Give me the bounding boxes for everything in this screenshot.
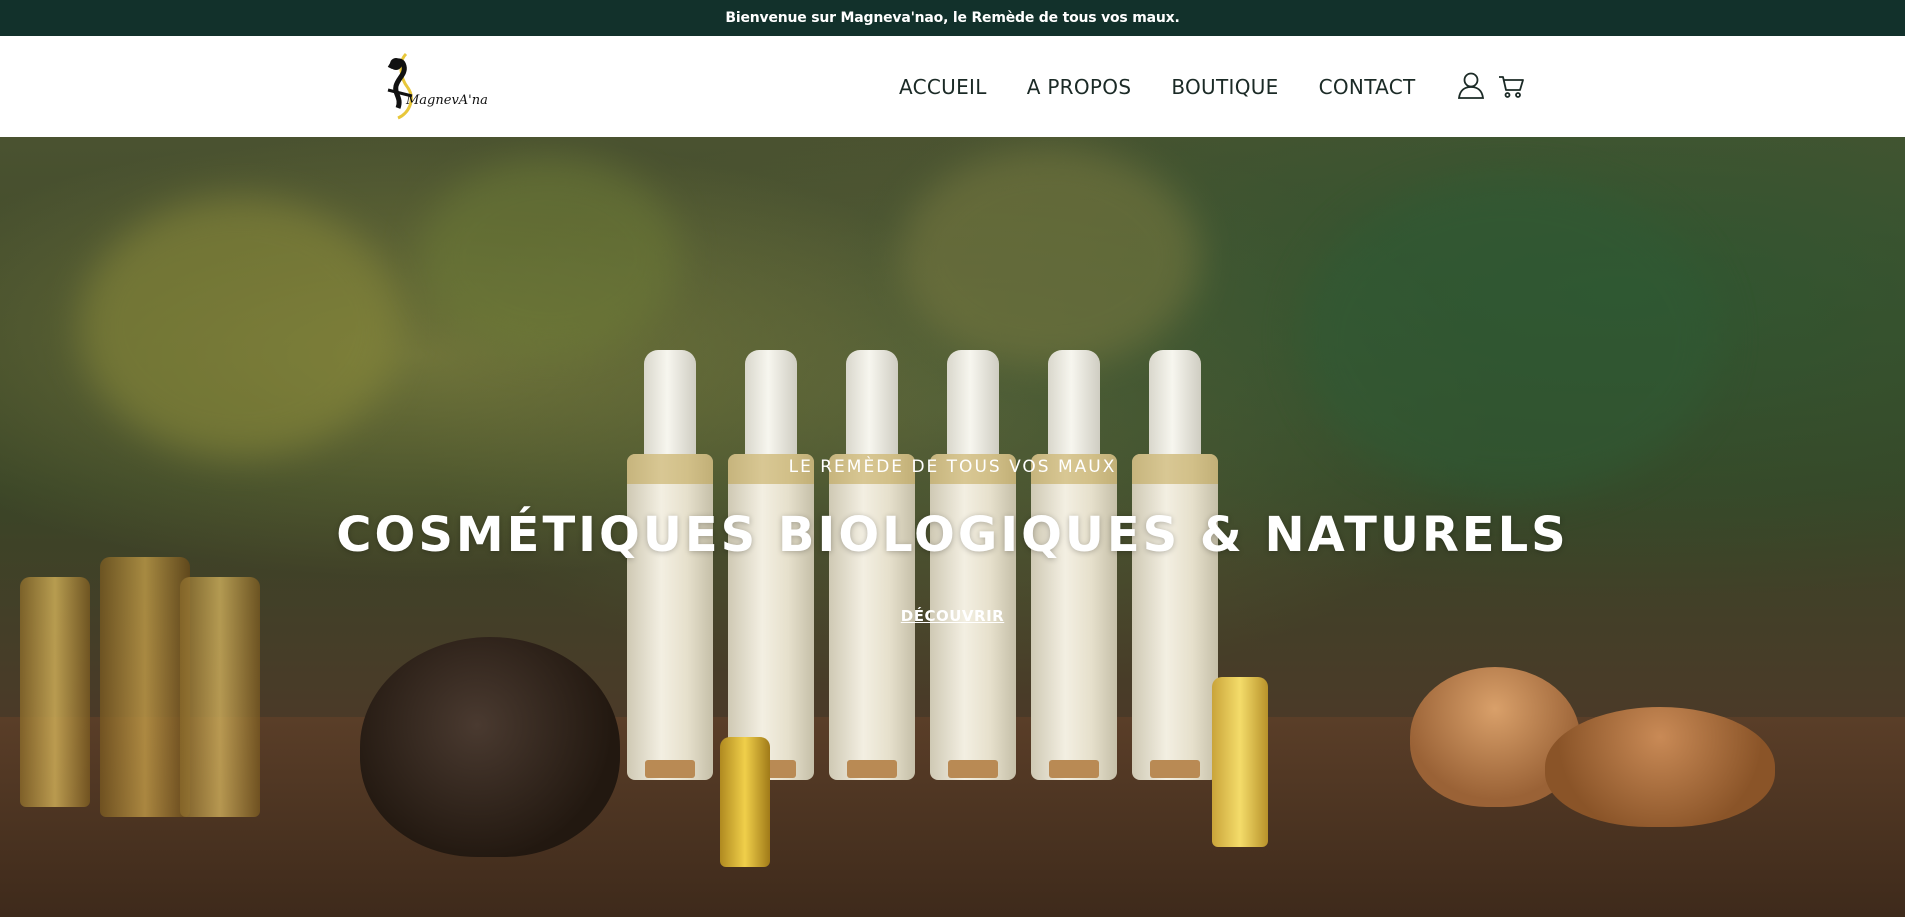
hero-banner: LE REMÈDE DE TOUS VOS MAUX COSMÉTIQUES B…	[0, 137, 1905, 917]
nav-item-accueil[interactable]: ACCUEIL	[899, 75, 987, 99]
site-header: MagnevA'nao ACCUEIL A PROPOS BOUTIQUE CO…	[0, 36, 1905, 137]
hero-content: LE REMÈDE DE TOUS VOS MAUX COSMÉTIQUES B…	[0, 137, 1905, 917]
announcement-text: Bienvenue sur Magneva'nao, le Remède de …	[725, 10, 1180, 26]
nav-item-contact[interactable]: CONTACT	[1319, 75, 1416, 99]
discover-button[interactable]: DÉCOUVRIR	[901, 607, 1004, 625]
nav-item-boutique[interactable]: BOUTIQUE	[1171, 75, 1278, 99]
cart-icon[interactable]	[1496, 70, 1526, 100]
user-icon[interactable]	[1456, 70, 1486, 100]
main-nav: ACCUEIL A PROPOS BOUTIQUE CONTACT	[899, 36, 1456, 137]
hero-headline: COSMÉTIQUES BIOLOGIQUES & NATURELS	[336, 507, 1569, 563]
nav-item-a-propos[interactable]: A PROPOS	[1027, 75, 1132, 99]
hero-eyebrow: LE REMÈDE DE TOUS VOS MAUX	[788, 457, 1117, 477]
logo-mark-icon: MagnevA'nao	[387, 52, 496, 120]
svg-text:MagnevA'nao: MagnevA'nao	[405, 93, 488, 108]
announcement-bar: Bienvenue sur Magneva'nao, le Remède de …	[0, 0, 1905, 36]
site-logo[interactable]: MagnevA'nao	[368, 48, 496, 124]
